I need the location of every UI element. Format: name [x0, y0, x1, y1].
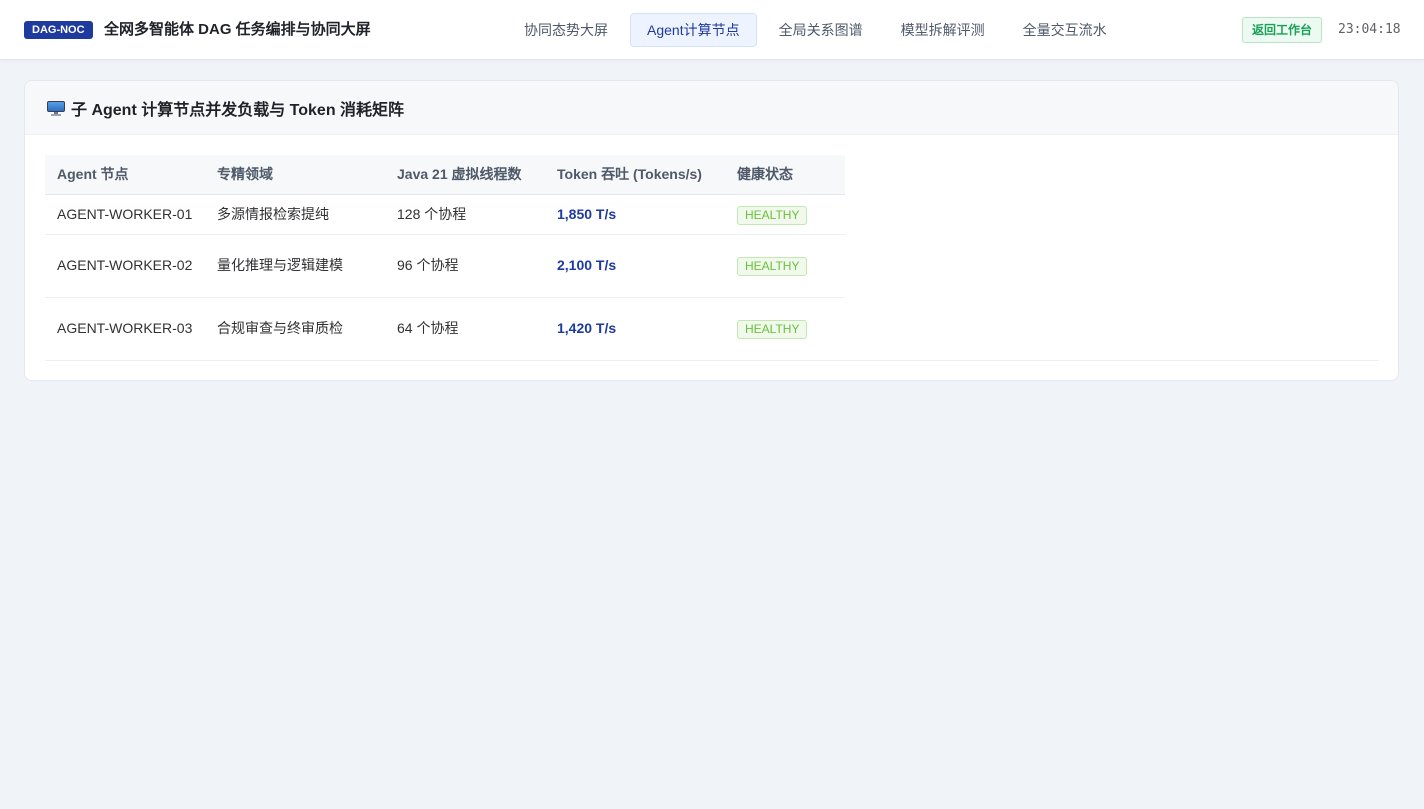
cell-domain: 合规审查与终审质检: [205, 297, 385, 361]
back-to-workbench-button[interactable]: 返回工作台: [1242, 17, 1323, 43]
cell-status: HEALTHY: [725, 234, 845, 298]
cell-status: HEALTHY: [725, 297, 845, 361]
brand-badge: DAG-NOC: [24, 21, 93, 39]
agent-matrix-card: 子 Agent 计算节点并发负载与 Token 消耗矩阵 Agent 节点 专精…: [24, 80, 1399, 381]
table-row: AGENT-WORKER-02 量化推理与逻辑建模 96 个协程 2,100 T…: [45, 234, 845, 298]
column-header-tokens: Token 吞吐 (Tokens/s): [545, 155, 725, 195]
agent-table-wrapper: Agent 节点 专精领域 Java 21 虚拟线程数 Token 吞吐 (To…: [45, 155, 1379, 361]
desktop-computer-icon: [47, 100, 65, 116]
app-title: 全网多智能体 DAG 任务编排与协同大屏: [104, 21, 371, 38]
column-header-node: Agent 节点: [45, 155, 205, 195]
cell-tokens: 1,420 T/s: [545, 297, 725, 361]
cell-threads: 96 个协程: [385, 234, 545, 298]
tab-relation-graph[interactable]: 全局关系图谱: [763, 13, 879, 47]
tab-agent-nodes[interactable]: Agent计算节点: [630, 13, 757, 47]
cell-node: AGENT-WORKER-02: [45, 234, 205, 298]
cell-node: AGENT-WORKER-01: [45, 194, 205, 235]
column-header-status: 健康状态: [725, 155, 845, 195]
cell-threads: 128 个协程: [385, 194, 545, 235]
table-header-row: Agent 节点 专精领域 Java 21 虚拟线程数 Token 吞吐 (To…: [45, 155, 845, 195]
column-header-domain: 专精领域: [205, 155, 385, 195]
status-badge: HEALTHY: [737, 257, 808, 276]
cell-domain: 多源情报检索提纯: [205, 194, 385, 235]
cell-status: HEALTHY: [725, 194, 845, 235]
top-navbar: DAG-NOC 全网多智能体 DAG 任务编排与协同大屏 协同态势大屏 Agen…: [0, 0, 1424, 60]
status-badge: HEALTHY: [737, 205, 808, 225]
card-header: 子 Agent 计算节点并发负载与 Token 消耗矩阵: [25, 81, 1398, 135]
clock: 23:04:18: [1338, 22, 1401, 37]
cell-threads: 64 个协程: [385, 297, 545, 361]
cell-tokens: 1,850 T/s: [545, 194, 725, 235]
nav-tabs: 协同态势大屏 Agent计算节点 全局关系图谱 模型拆解评测 全量交互流水: [508, 13, 1129, 47]
cell-tokens: 2,100 T/s: [545, 234, 725, 298]
status-badge: HEALTHY: [737, 320, 808, 339]
table-bottom-divider: [45, 360, 1379, 361]
tab-interaction-log[interactable]: 全量交互流水: [1007, 13, 1123, 47]
table-row: AGENT-WORKER-03 合规审查与终审质检 64 个协程 1,420 T…: [45, 297, 845, 361]
card-title: 子 Agent 计算节点并发负载与 Token 消耗矩阵: [71, 101, 405, 119]
table-row: AGENT-WORKER-01 多源情报检索提纯 128 个协程 1,850 T…: [45, 194, 845, 235]
column-header-threads: Java 21 虚拟线程数: [385, 155, 545, 195]
cell-node: AGENT-WORKER-03: [45, 297, 205, 361]
cell-domain: 量化推理与逻辑建模: [205, 234, 385, 298]
tab-collab-dashboard[interactable]: 协同态势大屏: [508, 13, 624, 47]
agent-table: Agent 节点 专精领域 Java 21 虚拟线程数 Token 吞吐 (To…: [45, 155, 845, 361]
tab-model-eval[interactable]: 模型拆解评测: [885, 13, 1001, 47]
